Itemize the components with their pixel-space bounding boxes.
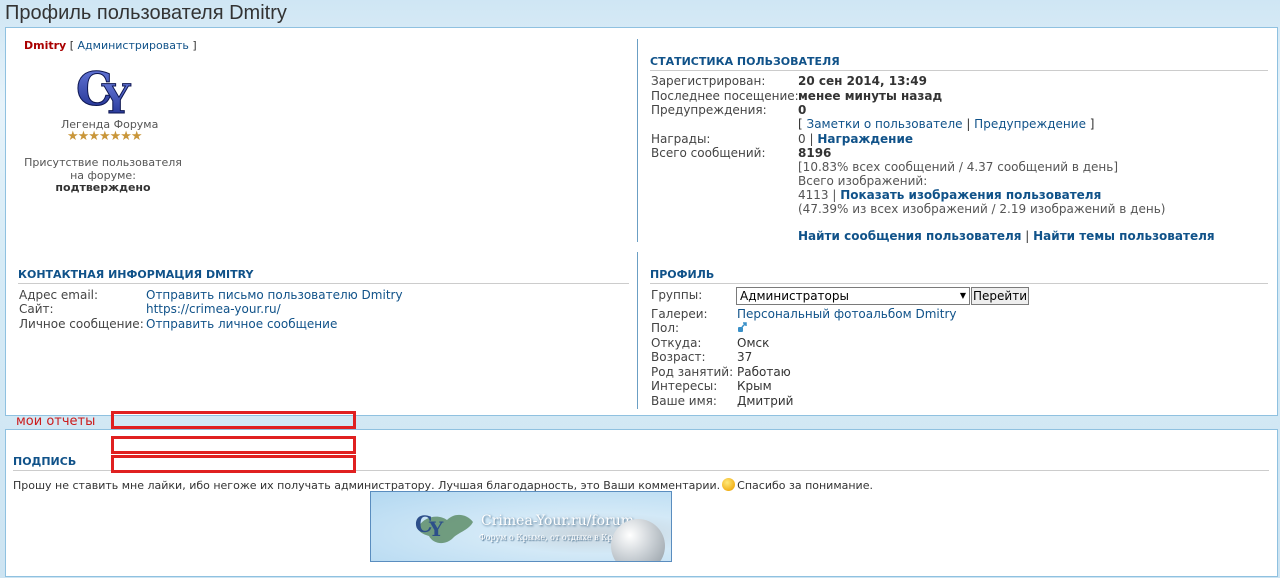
realname-value: Дмитрий — [737, 394, 794, 408]
find-links: Найти сообщения пользователя | Найти тем… — [798, 229, 1215, 243]
highlight-box — [111, 436, 356, 454]
user-header: Dmitry [ Администрировать ] — [24, 39, 197, 52]
send-pm-link[interactable]: Отправить личное сообщение — [146, 317, 337, 331]
age-value: 37 — [737, 350, 753, 364]
column-divider — [637, 39, 638, 242]
banner-title: Crimea-Your.ru/forum — [481, 513, 635, 529]
gallery-link[interactable]: Персональный фотоальбом Dmitry — [737, 307, 956, 321]
presence-value: подтверждено — [55, 181, 151, 194]
issue-warning-link[interactable]: Предупреждение — [974, 117, 1086, 131]
warning-links: [ Заметки о пользователе | Предупреждени… — [798, 117, 1095, 131]
signature-text: Прошу не ставить мне лайки, ибо негоже и… — [13, 478, 873, 492]
groups-select[interactable]: Администраторы ▼ — [736, 287, 970, 305]
presence-text: Присутствие пользователя на форуме: — [24, 156, 182, 182]
svg-text:Y: Y — [101, 76, 131, 117]
highlight-box — [111, 455, 356, 473]
interests-value: Крым — [737, 379, 772, 393]
posts-detail: [10.83% всех сообщений / 4.37 сообщений … — [798, 160, 1119, 174]
images-detail: (47.39% из всех изображений / 2.19 изобр… — [798, 202, 1166, 216]
admin-link[interactable]: Администрировать — [78, 39, 189, 52]
male-icon — [738, 322, 747, 332]
highlight-box — [111, 411, 356, 429]
smiley-icon — [722, 478, 736, 491]
posts-value: 8196 — [798, 146, 832, 160]
sphere-icon — [611, 519, 665, 561]
banner-subtitle: Форум о Крыме, от отдыхе в Крыму — [479, 533, 630, 542]
rank-stars-icon: ★★★★★★★ — [67, 129, 143, 144]
crimea-map-icon: C Y — [415, 512, 473, 544]
user-notes-link[interactable]: Заметки о пользователе — [807, 117, 963, 131]
awards-value: 0 | Награждение — [798, 132, 914, 146]
warnings-value: 0 — [798, 103, 807, 117]
signature-heading: Подпись — [13, 455, 77, 468]
page-title: Профиль пользователя Dmitry — [5, 2, 287, 24]
stats-heading: Статистика пользователя — [650, 55, 840, 68]
send-email-link[interactable]: Отправить письмо пользователю Dmitry — [146, 288, 403, 302]
profile-heading: Профиль — [650, 268, 715, 281]
reports-label[interactable]: мои отчеты — [16, 414, 95, 429]
column-divider — [637, 252, 638, 409]
chevron-down-icon: ▼ — [959, 291, 966, 300]
registered-value: 20 сен 2014, 13:49 — [798, 74, 927, 88]
last-visit-value: менее минуты назад — [798, 89, 943, 103]
website-link[interactable]: https://crimea-your.ru/ — [146, 302, 281, 316]
images-value: 4113 | Показать изображения пользователя — [798, 188, 1102, 202]
from-value: Омск — [737, 336, 770, 350]
find-posts-link[interactable]: Найти сообщения пользователя — [798, 229, 1021, 243]
contact-heading: Контактная информация Dmitry — [18, 268, 254, 281]
avatar: C Y — [76, 62, 132, 118]
svg-text:Y: Y — [428, 517, 444, 541]
go-button[interactable]: Перейти — [971, 287, 1029, 305]
show-images-link[interactable]: Показать изображения пользователя — [840, 188, 1101, 202]
username[interactable]: Dmitry — [24, 39, 66, 52]
find-topics-link[interactable]: Найти темы пользователя — [1033, 229, 1214, 243]
profile-panel: Dmitry [ Администрировать ] C Y Легенда … — [5, 27, 1278, 416]
awards-link[interactable]: Награждение — [817, 132, 913, 146]
occupation-value: Работаю — [737, 365, 791, 379]
forum-banner[interactable]: C Y Crimea-Your.ru/forum Форум о Крыме, … — [370, 491, 672, 562]
